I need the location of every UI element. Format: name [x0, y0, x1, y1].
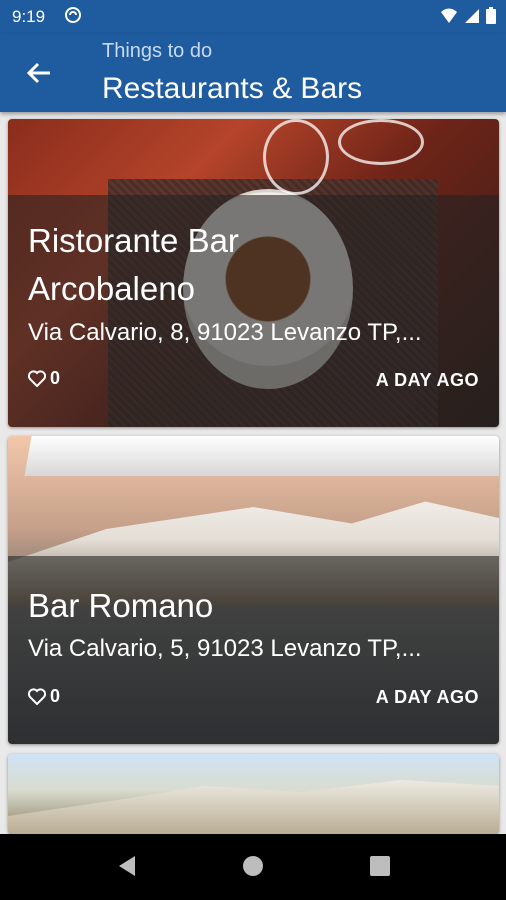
navigation-bar [0, 834, 506, 900]
back-arrow-icon[interactable] [24, 58, 54, 88]
card-image [8, 780, 499, 834]
timestamp: A DAY AGO [375, 370, 479, 390]
nav-back-icon[interactable] [115, 854, 137, 878]
restaurant-name-line2: Arcobaleno [28, 270, 195, 307]
like-count: 0 [50, 368, 61, 388]
restaurant-address: Via Calvario, 8, 91023 Levanzo TP,... [28, 319, 422, 346]
heart-icon [28, 370, 46, 387]
nav-recents-icon[interactable] [369, 854, 391, 878]
like-button[interactable]: 0 [28, 686, 60, 707]
signal-icon [465, 8, 479, 23]
list-item[interactable]: Ristorante Bar Arcobaleno Via Calvario, … [8, 119, 499, 427]
wifi-icon [441, 8, 457, 23]
timestamp: A DAY AGO [375, 687, 479, 707]
restaurant-name: Bar Romano [28, 587, 214, 624]
breadcrumb: Things to do [102, 40, 213, 62]
page-title: Restaurants & Bars [102, 72, 363, 105]
restaurant-name: Ristorante Bar [28, 222, 239, 259]
like-button[interactable]: 0 [28, 368, 60, 389]
heart-icon [28, 688, 46, 705]
status-time: 9:19 [12, 7, 46, 26]
awning-image [24, 436, 499, 476]
glass-image [263, 119, 329, 195]
app-bar: Things to do Restaurants & Bars [0, 34, 506, 112]
glass-image [338, 119, 424, 165]
battery-icon [486, 7, 496, 24]
sync-icon [65, 7, 81, 23]
nav-home-icon[interactable] [242, 854, 264, 878]
like-count: 0 [50, 686, 61, 706]
status-bar: 9:19 [0, 0, 506, 34]
restaurant-address: Via Calvario, 5, 91023 Levanzo TP,... [28, 635, 422, 662]
list-item[interactable]: Bar Romano Via Calvario, 5, 91023 Levanz… [8, 436, 499, 744]
list-item[interactable] [8, 754, 499, 834]
